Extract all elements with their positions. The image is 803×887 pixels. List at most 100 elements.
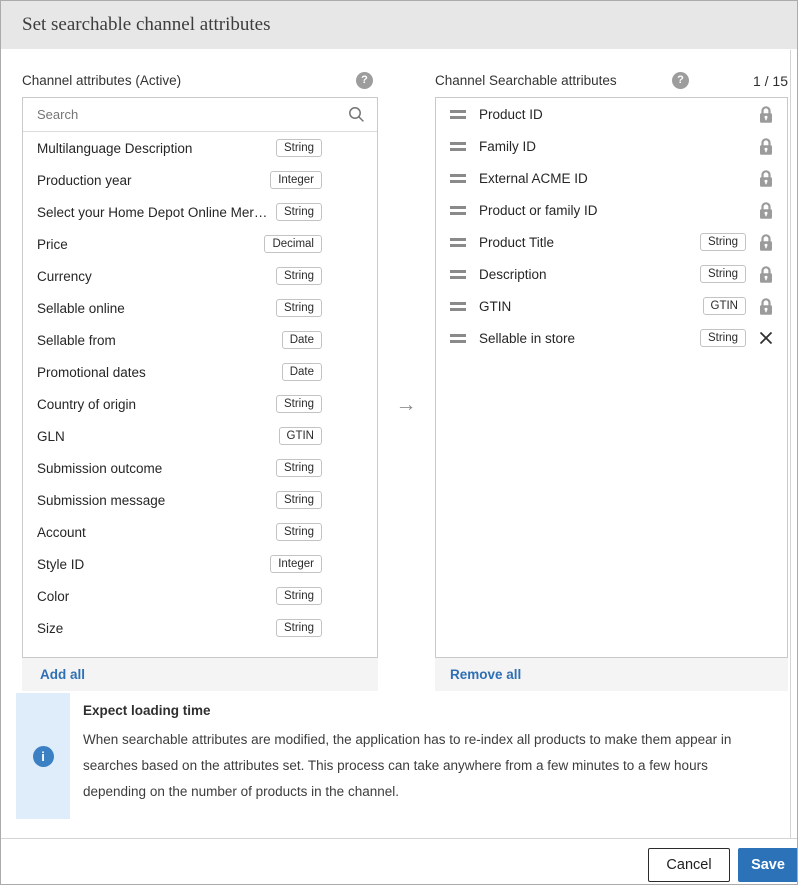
lock-icon bbox=[756, 201, 775, 220]
searchable-attributes-panel: Product ID Family ID bbox=[435, 97, 788, 658]
attribute-type-badge: String bbox=[276, 587, 322, 605]
attribute-type-badge: GTIN bbox=[703, 297, 746, 315]
attribute-type-badge: String bbox=[276, 139, 322, 157]
attribute-label: Product or family ID bbox=[479, 203, 756, 218]
attribute-row[interactable]: Multilanguage Description String bbox=[23, 132, 377, 164]
help-icon[interactable] bbox=[672, 72, 689, 89]
attribute-label: Size bbox=[37, 621, 268, 636]
attribute-label: Currency bbox=[37, 269, 268, 284]
left-panel-title: Channel attributes (Active) bbox=[22, 73, 181, 88]
lock-icon bbox=[756, 233, 775, 252]
drag-handle-icon[interactable] bbox=[450, 206, 466, 215]
attribute-label: External ACME ID bbox=[479, 171, 756, 186]
remove-icon[interactable] bbox=[756, 331, 775, 345]
dialog-titlebar: Set searchable channel attributes bbox=[1, 1, 797, 49]
move-right-arrow-icon bbox=[391, 392, 421, 418]
attribute-label: GLN bbox=[37, 429, 271, 444]
info-stripe bbox=[16, 693, 70, 819]
attribute-row[interactable]: Color String bbox=[23, 580, 377, 612]
searchable-attribute-row[interactable]: Product Title String bbox=[436, 226, 787, 258]
attribute-type-badge: String bbox=[700, 329, 746, 347]
attribute-row[interactable]: Sellable from Date bbox=[23, 324, 377, 356]
info-content: Expect loading time When searchable attr… bbox=[70, 693, 788, 819]
drag-handle-icon[interactable] bbox=[450, 334, 466, 343]
searchable-attributes-list: Product ID Family ID bbox=[436, 98, 787, 354]
attribute-label: Color bbox=[37, 589, 268, 604]
drag-handle-icon[interactable] bbox=[450, 238, 466, 247]
attribute-row[interactable]: Submission outcome String bbox=[23, 452, 377, 484]
attribute-row[interactable]: Size String bbox=[23, 612, 377, 644]
info-title: Expect loading time bbox=[83, 703, 768, 718]
attribute-label: Style ID bbox=[37, 557, 262, 572]
attribute-label: Submission message bbox=[37, 493, 268, 508]
attribute-label: Multilanguage Description bbox=[37, 141, 268, 156]
attribute-row[interactable]: GLN GTIN bbox=[23, 420, 377, 452]
search-input[interactable] bbox=[35, 106, 347, 123]
info-callout: Expect loading time When searchable attr… bbox=[16, 693, 788, 819]
drag-handle-icon[interactable] bbox=[450, 270, 466, 279]
attribute-row[interactable]: Submission message String bbox=[23, 484, 377, 516]
attribute-type-badge: String bbox=[276, 523, 322, 541]
save-button[interactable]: Save bbox=[738, 848, 798, 882]
lock-icon bbox=[756, 169, 775, 188]
searchable-attribute-row[interactable]: Family ID bbox=[436, 130, 787, 162]
attribute-label: Product ID bbox=[479, 107, 756, 122]
right-panel-footer: Remove all bbox=[435, 658, 788, 691]
attribute-label: Country of origin bbox=[37, 397, 268, 412]
active-attributes-panel: Multilanguage Description String Product… bbox=[22, 97, 378, 658]
right-panel-title: Channel Searchable attributes bbox=[435, 73, 617, 88]
lock-icon bbox=[756, 105, 775, 124]
attribute-type-badge: String bbox=[276, 619, 322, 637]
drag-handle-icon[interactable] bbox=[450, 302, 466, 311]
selected-count: 1 / 15 bbox=[753, 73, 788, 89]
attribute-row[interactable]: Account String bbox=[23, 516, 377, 548]
searchable-attribute-row[interactable]: Product or family ID bbox=[436, 194, 787, 226]
attribute-label: Description bbox=[479, 267, 692, 282]
add-all-link[interactable]: Add all bbox=[40, 667, 85, 682]
attribute-type-badge: Integer bbox=[270, 171, 322, 189]
attribute-row[interactable]: Country of origin String bbox=[23, 388, 377, 420]
attribute-row[interactable]: Production year Integer bbox=[23, 164, 377, 196]
searchable-attribute-row[interactable]: External ACME ID bbox=[436, 162, 787, 194]
attribute-type-badge: Date bbox=[282, 363, 322, 381]
attribute-type-badge: String bbox=[276, 491, 322, 509]
attribute-row[interactable]: Currency String bbox=[23, 260, 377, 292]
attribute-label: Account bbox=[37, 525, 268, 540]
attribute-label: Sellable from bbox=[37, 333, 274, 348]
info-icon bbox=[33, 746, 54, 767]
drag-handle-icon[interactable] bbox=[450, 110, 466, 119]
searchable-attribute-row[interactable]: Product ID bbox=[436, 98, 787, 130]
attribute-type-badge: String bbox=[276, 395, 322, 413]
attribute-type-badge: Integer bbox=[270, 555, 322, 573]
help-icon[interactable] bbox=[356, 72, 373, 89]
searchable-attribute-row[interactable]: Sellable in store String bbox=[436, 322, 787, 354]
left-panel-header: Channel attributes (Active) bbox=[22, 73, 378, 91]
search-bar bbox=[23, 98, 377, 132]
lock-icon bbox=[756, 265, 775, 284]
attribute-row[interactable]: Promotional dates Date bbox=[23, 356, 377, 388]
attribute-label: Select your Home Depot Online Merchan... bbox=[37, 205, 268, 220]
remove-all-link[interactable]: Remove all bbox=[450, 667, 521, 682]
info-body: When searchable attributes are modified,… bbox=[83, 727, 768, 805]
attribute-type-badge: Decimal bbox=[264, 235, 322, 253]
left-panel-footer: Add all bbox=[22, 658, 378, 691]
attribute-label: Production year bbox=[37, 173, 262, 188]
dialog-title: Set searchable channel attributes bbox=[22, 14, 270, 36]
drag-handle-icon[interactable] bbox=[450, 174, 466, 183]
attribute-row[interactable]: Sellable online String bbox=[23, 292, 377, 324]
attribute-row[interactable]: Style ID Integer bbox=[23, 548, 377, 580]
searchable-attribute-row[interactable]: GTIN GTIN bbox=[436, 290, 787, 322]
drag-handle-icon[interactable] bbox=[450, 142, 466, 151]
cancel-button[interactable]: Cancel bbox=[648, 848, 730, 882]
attribute-row[interactable]: Select your Home Depot Online Merchan...… bbox=[23, 196, 377, 228]
attribute-type-badge: String bbox=[276, 267, 322, 285]
right-panel-header: Channel Searchable attributes 1 / 15 bbox=[435, 73, 788, 91]
attribute-label: Sellable online bbox=[37, 301, 268, 316]
attribute-label: Sellable in store bbox=[479, 331, 692, 346]
active-attributes-list: Multilanguage Description String Product… bbox=[23, 132, 377, 644]
attribute-type-badge: String bbox=[276, 203, 322, 221]
attribute-label: Price bbox=[37, 237, 256, 252]
attribute-type-badge: String bbox=[700, 233, 746, 251]
searchable-attribute-row[interactable]: Description String bbox=[436, 258, 787, 290]
attribute-row[interactable]: Price Decimal bbox=[23, 228, 377, 260]
